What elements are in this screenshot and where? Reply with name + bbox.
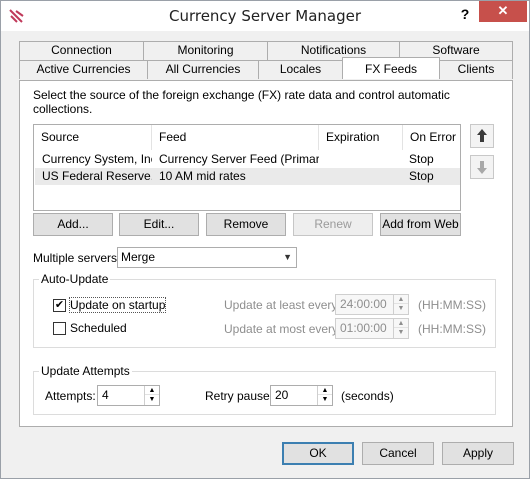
- edit-button[interactable]: Edit...: [119, 213, 199, 236]
- spin-down-icon[interactable]: ▼: [394, 304, 408, 313]
- column-header-on-error[interactable]: On Error: [403, 125, 461, 150]
- feed-table[interactable]: Source Feed Expiration On Error Currency…: [33, 124, 461, 211]
- arrow-down-icon: [477, 161, 487, 174]
- spin-up-icon[interactable]: ▲: [394, 319, 408, 328]
- update-attempts-title: Update Attempts: [39, 364, 132, 378]
- table-row[interactable]: US Federal Reserve... 10 AM mid rates St…: [35, 168, 460, 185]
- tab-connection[interactable]: Connection: [19, 41, 144, 60]
- add-from-web-button[interactable]: Add from Web: [380, 213, 461, 236]
- update-on-startup-checkbox[interactable]: ✔: [53, 299, 66, 312]
- renew-button[interactable]: Renew: [293, 213, 373, 236]
- tab-all-currencies[interactable]: All Currencies: [147, 60, 259, 79]
- cell-on-error: Stop: [409, 169, 434, 183]
- cancel-button[interactable]: Cancel: [362, 442, 434, 465]
- ok-button[interactable]: OK: [282, 442, 354, 465]
- move-down-button[interactable]: [470, 155, 494, 179]
- tab-active-currencies[interactable]: Active Currencies: [19, 60, 148, 79]
- update-on-startup-label[interactable]: Update on startup: [68, 297, 167, 313]
- least-every-value: 24:00:00: [340, 297, 387, 311]
- spin-down-icon[interactable]: ▼: [318, 395, 332, 404]
- spin-up-icon[interactable]: ▲: [145, 386, 159, 395]
- cell-source: US Federal Reserve...: [42, 169, 152, 183]
- most-every-value: 01:00:00: [340, 321, 387, 335]
- spinner-arrows: ▲ ▼: [393, 319, 408, 338]
- scheduled-checkbox[interactable]: [53, 322, 66, 335]
- scheduled-label[interactable]: Scheduled: [70, 321, 127, 335]
- retry-pause-spinner[interactable]: 20 ▲ ▼: [270, 385, 333, 406]
- chevron-down-icon: ▼: [283, 252, 292, 262]
- intro-text: Select the source of the foreign exchang…: [33, 88, 450, 116]
- spin-down-icon[interactable]: ▼: [394, 328, 408, 337]
- retry-pause-label: Retry pause:: [205, 389, 274, 403]
- cell-feed: 10 AM mid rates: [159, 169, 246, 183]
- fx-feeds-panel: Select the source of the foreign exchang…: [19, 80, 513, 427]
- attempts-spinner[interactable]: 4 ▲ ▼: [97, 385, 160, 406]
- least-every-spinner[interactable]: 24:00:00 ▲ ▼: [335, 294, 409, 315]
- least-every-label: Update at least every:: [224, 298, 341, 312]
- multiple-servers-label: Multiple servers:: [33, 251, 121, 265]
- spin-up-icon[interactable]: ▲: [394, 295, 408, 304]
- cell-feed: Currency Server Feed (Primary): [159, 152, 319, 166]
- spinner-arrows: ▲ ▼: [393, 295, 408, 314]
- tab-fx-feeds[interactable]: FX Feeds: [342, 57, 440, 79]
- attempts-value: 4: [102, 388, 109, 402]
- cell-on-error: Stop: [409, 152, 434, 166]
- column-header-source[interactable]: Source: [34, 125, 152, 150]
- arrow-up-icon: [477, 129, 487, 142]
- remove-button[interactable]: Remove: [206, 213, 286, 236]
- auto-update-group: [33, 279, 496, 348]
- multiple-servers-select[interactable]: Merge ▼: [117, 247, 297, 268]
- most-every-format: (HH:MM:SS): [418, 322, 486, 336]
- column-header-feed[interactable]: Feed: [152, 125, 319, 150]
- help-icon[interactable]: ?: [456, 3, 474, 25]
- table-row[interactable]: Currency System, Inc. Currency Server Fe…: [35, 151, 460, 168]
- most-every-label: Update at most every:: [224, 322, 342, 336]
- retry-pause-unit: (seconds): [341, 389, 394, 403]
- tab-monitoring[interactable]: Monitoring: [143, 41, 268, 60]
- checkmark-icon: ✔: [54, 299, 65, 311]
- title-bar: Currency Server Manager ? ✕: [1, 1, 529, 31]
- window-title: Currency Server Manager: [168, 7, 362, 25]
- most-every-spinner[interactable]: 01:00:00 ▲ ▼: [335, 318, 409, 339]
- spinner-arrows: ▲ ▼: [144, 386, 159, 405]
- tab-clients[interactable]: Clients: [439, 60, 513, 79]
- move-up-button[interactable]: [470, 124, 494, 148]
- add-button[interactable]: Add...: [33, 213, 113, 236]
- spin-down-icon[interactable]: ▼: [145, 395, 159, 404]
- dialog-window: Currency Server Manager ? ✕ Connection M…: [0, 0, 530, 479]
- multiple-servers-value: Merge: [121, 250, 156, 264]
- retry-pause-value: 20: [275, 388, 289, 402]
- tab-locales[interactable]: Locales: [258, 60, 343, 79]
- cell-source: Currency System, Inc.: [42, 152, 152, 166]
- auto-update-title: Auto-Update: [39, 272, 111, 286]
- spinner-arrows: ▲ ▼: [317, 386, 332, 405]
- spin-up-icon[interactable]: ▲: [318, 386, 332, 395]
- close-button[interactable]: ✕: [479, 1, 527, 22]
- column-header-expiration[interactable]: Expiration: [319, 125, 403, 150]
- least-every-format: (HH:MM:SS): [418, 298, 486, 312]
- attempts-label: Attempts:: [45, 389, 96, 403]
- apply-button[interactable]: Apply: [442, 442, 514, 465]
